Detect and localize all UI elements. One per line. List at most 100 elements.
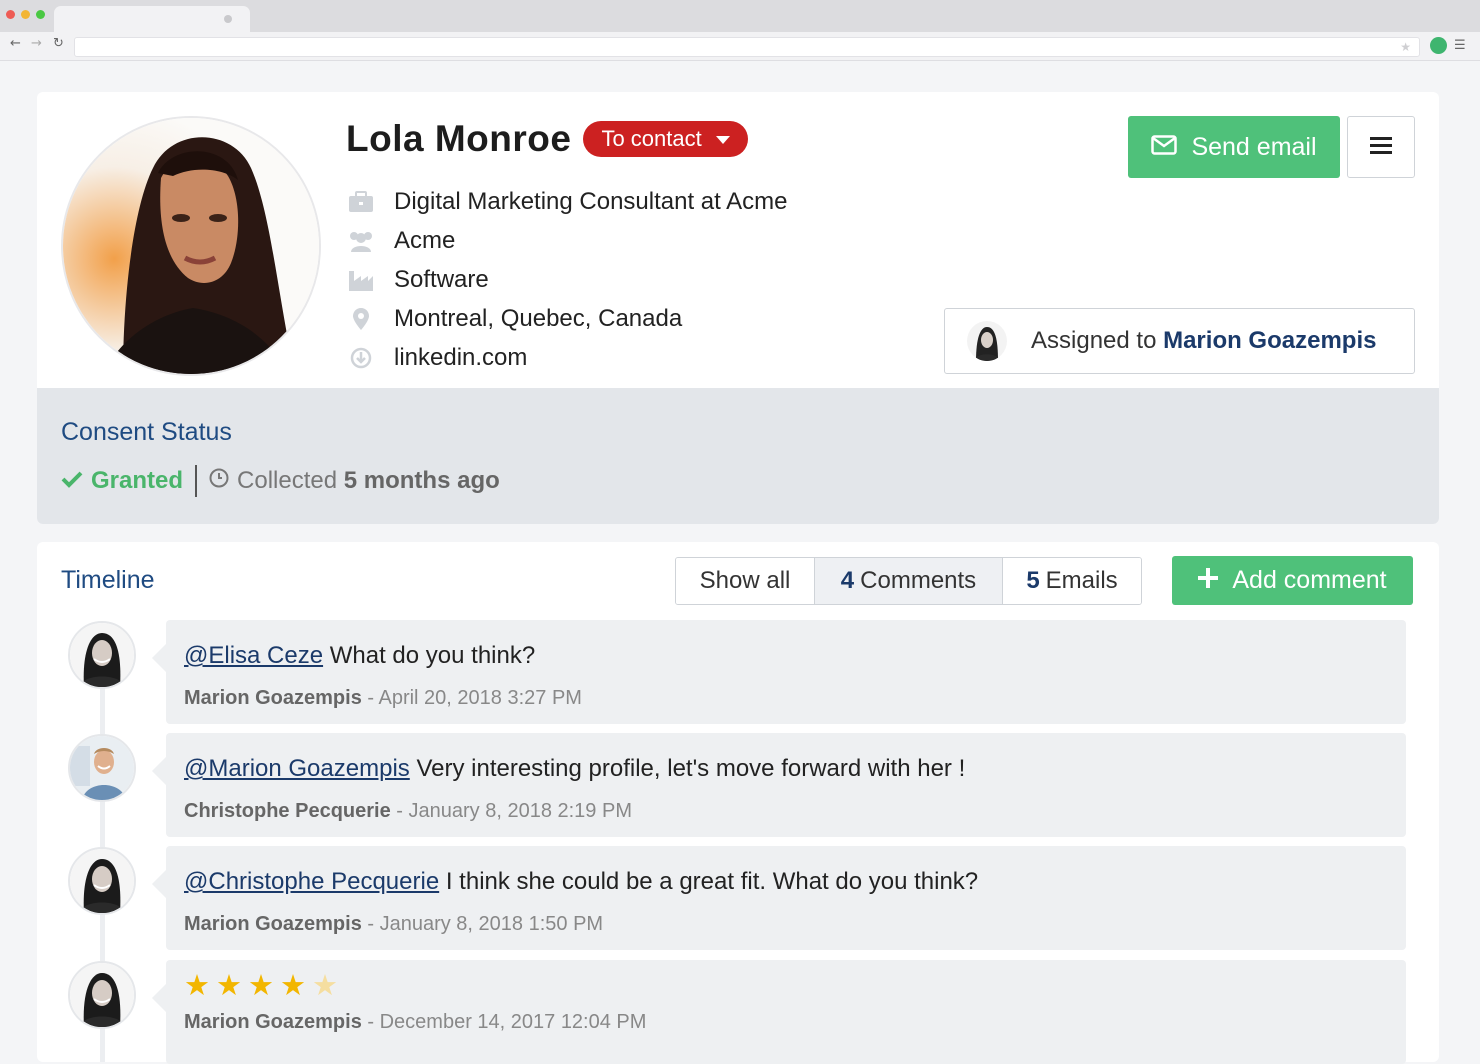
consent-collected: Collected 5 months ago [209,467,500,495]
author-avatar [68,621,136,689]
star-rating: ★ ★ ★ ★ ★ [184,970,338,1000]
comment-bubble: @Marion Goazempis Very interesting profi… [152,733,1406,837]
plus-icon [1198,566,1219,595]
status-label: To contact [601,126,702,151]
star-icon: ★ [184,968,210,1002]
profile-card: Lola Monroe To contact Digital Marketing… [37,92,1439,524]
profile-info-list: Digital Marketing Consultant at Acme Acm… [346,182,788,377]
info-item-company: Acme [346,221,788,260]
briefcase-icon [346,190,376,214]
filter-label: Emails [1045,567,1118,594]
browser-menu-icon[interactable]: ☰ [1454,38,1466,53]
star-icon: ★ [248,968,274,1002]
comment-bubble: @Elisa Ceze What do you think? Marion Go… [152,620,1406,724]
timeline-filter-group: Show all 4 Comments 5 Emails [675,557,1142,605]
minimize-window-button[interactable] [21,10,30,19]
mention-link[interactable]: @Christophe Pecquerie [184,868,439,895]
back-icon[interactable]: ← [10,36,21,51]
comment-author: Marion Goazempis [184,687,362,709]
profile-name: Lola Monroe [346,118,572,159]
assigned-to-button[interactable]: Assigned to Marion Goazempis [944,308,1415,374]
author-avatar [68,847,136,915]
filter-label: Show all [699,567,791,594]
comments-count: 4 [840,567,855,594]
collected-when: 5 months ago [343,467,500,494]
profile-header: Lola Monroe To contact [346,118,748,160]
consent-status-panel: Consent Status Granted Collected 5 month… [37,388,1439,524]
comment-meta: Marion Goazempis - December 14, 2017 12:… [184,1011,646,1034]
close-window-button[interactable] [6,10,15,19]
comment-text: @Elisa Ceze What do you think? [184,642,535,670]
info-item-location: Montreal, Quebec, Canada [346,299,788,338]
assigned-prefix: Assigned to [1031,327,1157,354]
tab-close-icon[interactable] [224,15,232,23]
filter-show-all-button[interactable]: Show all [676,558,814,604]
bookmark-star-icon[interactable]: ★ [1400,38,1411,56]
author-avatar [68,961,136,1029]
extension-icon[interactable] [1430,37,1447,54]
granted-label: Granted [91,467,184,494]
add-comment-button[interactable]: Add comment [1172,556,1413,605]
divider [195,465,198,497]
comment-author: Christophe Pecquerie [184,800,391,822]
people-icon [346,229,376,253]
comment-date: - January 8, 2018 2:19 PM [396,800,632,822]
comment-date: - December 14, 2017 12:04 PM [367,1011,647,1033]
comment-text: @Marion Goazempis Very interesting profi… [184,755,965,783]
info-text: Acme [394,226,456,254]
emails-count: 5 [1026,567,1040,594]
browser-tab[interactable] [54,6,250,32]
assignee-avatar [967,321,1007,361]
info-item-job: Digital Marketing Consultant at Acme [346,182,788,221]
send-email-button[interactable]: Send email [1128,116,1340,178]
profile-photo [61,116,321,376]
assignee-name: Marion Goazempis [1163,327,1377,354]
browser-titlebar [0,0,1480,32]
author-avatar [68,734,136,802]
comment-author: Marion Goazempis [184,913,362,935]
info-item-source: linkedin.com [346,338,788,377]
clock-icon [209,467,229,495]
forward-icon[interactable]: → [31,36,42,51]
consent-title: Consent Status [61,418,232,446]
info-text: Digital Marketing Consultant at Acme [394,187,788,215]
star-icon: ★ [216,968,242,1002]
reload-icon[interactable]: ↻ [53,36,64,51]
mention-link[interactable]: @Marion Goazempis [184,755,410,782]
map-pin-icon [346,307,376,331]
window-controls [6,10,45,19]
filter-emails-button[interactable]: 5 Emails [1002,558,1141,604]
factory-icon [346,268,376,292]
info-text: Software [394,265,489,293]
address-bar[interactable]: ★ [74,37,1420,57]
status-dropdown[interactable]: To contact [583,121,748,157]
mention-link[interactable]: @Elisa Ceze [184,642,323,669]
rating-bubble: ★ ★ ★ ★ ★ Marion Goazempis - December 14, 20… [152,960,1406,1064]
maximize-window-button[interactable] [36,10,45,19]
hamburger-icon [1370,136,1392,158]
collected-prefix: Collected [237,467,338,494]
info-text: Montreal, Quebec, Canada [394,304,683,332]
consent-row: Granted Collected 5 months ago [61,464,500,498]
filter-label: Comments [860,567,977,594]
consent-granted: Granted [61,467,183,495]
timeline-card: Timeline Show all 4 Comments 5 Emails Add … [37,542,1439,1064]
info-text: linkedin.com [394,343,528,371]
comment-author: Marion Goazempis [184,1011,362,1033]
more-menu-button[interactable] [1347,116,1415,178]
chevron-down-icon [715,136,730,144]
comment-body: Very interesting profile, let's move for… [409,755,966,782]
comment-bubble: @Christophe Pecquerie I think she could … [152,846,1406,950]
source-icon [346,346,376,370]
filter-comments-button[interactable]: 4 Comments [814,558,1002,604]
check-icon [61,467,83,495]
timeline-title: Timeline [61,566,155,594]
send-email-label: Send email [1191,132,1317,161]
comment-body: What do you think? [323,642,536,669]
comment-date: - April 20, 2018 3:27 PM [367,687,582,709]
add-comment-label: Add comment [1232,566,1387,594]
assigned-text: Assigned to Marion Goazempis [1031,327,1376,355]
comment-date: - January 8, 2018 1:50 PM [367,913,604,935]
star-icon: ★ [280,968,306,1002]
envelope-icon [1151,133,1178,162]
